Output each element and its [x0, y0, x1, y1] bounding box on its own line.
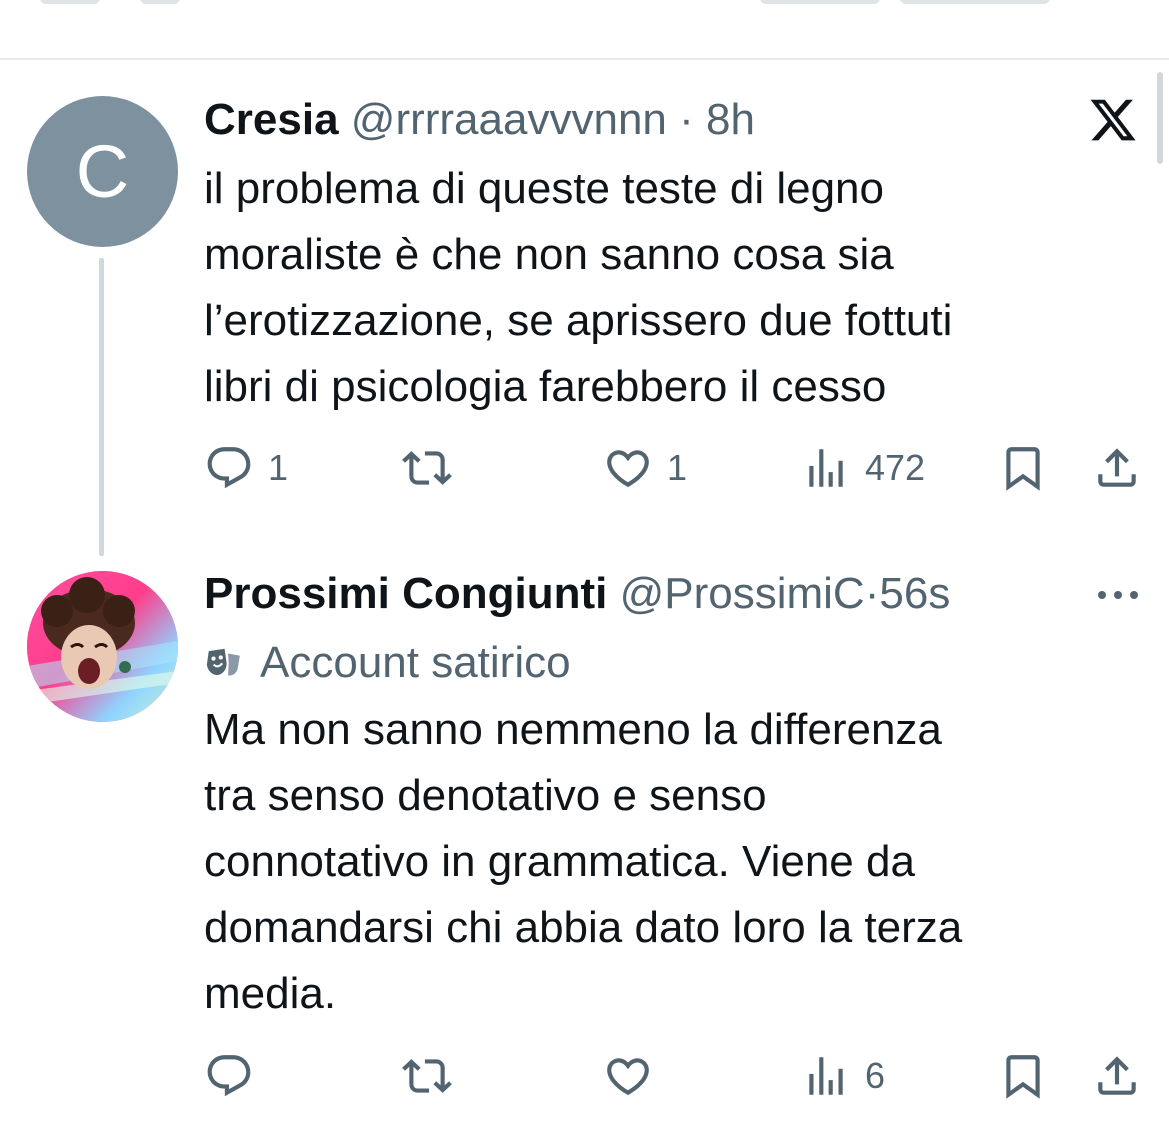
reply-button[interactable] [204, 1046, 254, 1106]
views-button[interactable]: 6 [801, 1046, 885, 1106]
retweet-button[interactable] [402, 1046, 452, 1106]
avatar-image [27, 571, 178, 722]
share-button[interactable] [1092, 1046, 1142, 1106]
avatar-letter: C [75, 130, 130, 213]
separator-dot: · [679, 95, 694, 144]
share-button[interactable] [1092, 438, 1142, 498]
retweet-icon [402, 451, 452, 485]
reply-count: 1 [268, 447, 289, 488]
share-icon [1098, 448, 1136, 487]
separator-dot: · [864, 569, 880, 618]
timestamp[interactable]: 8h [706, 95, 755, 144]
views-count: 6 [865, 1055, 886, 1096]
like-button[interactable]: 1 [603, 438, 687, 498]
share-icon [1098, 1056, 1136, 1095]
cropped-content [40, 0, 100, 4]
theater-masks-icon [206, 648, 240, 676]
tweet-header: Prossimi Congiunti @ProssimiC·56s [204, 568, 950, 620]
display-name[interactable]: Prossimi Congiunti [204, 569, 607, 618]
bookmark-button[interactable] [998, 1046, 1048, 1106]
reply-icon [207, 447, 251, 489]
like-count: 1 [667, 447, 688, 488]
avatar[interactable]: C [27, 96, 178, 247]
cropped-content [140, 0, 180, 4]
action-bar: 6 [0, 1046, 1169, 1106]
automated-account-label: Account satirico [204, 636, 571, 690]
views-button[interactable]: 472 [801, 438, 925, 498]
account-label-text: Account satirico [260, 638, 571, 687]
top-cropped-strip [0, 0, 1169, 60]
reply-button[interactable]: 1 [204, 438, 288, 498]
views-count: 472 [865, 447, 926, 488]
tweet-header: Cresia @rrrraaavvvnnn · 8h [204, 94, 755, 146]
tweet-text: il problema di queste teste di legno mor… [204, 156, 1134, 420]
bookmark-button[interactable] [998, 438, 1048, 498]
views-chart-icon [809, 1057, 843, 1095]
tweet-text-line: Ma non sanno nemmeno la differenza [204, 705, 942, 754]
tweet-text-line: il problema di queste teste di legno [204, 164, 884, 213]
tweet-text: Ma non sanno nemmeno la differenza tra s… [204, 697, 1134, 1027]
reply-icon [207, 1055, 251, 1097]
views-chart-icon [809, 449, 843, 487]
retweet-icon [402, 1059, 452, 1093]
heart-icon [607, 450, 649, 488]
handle[interactable]: @rrrraaavvvnnn [351, 95, 667, 144]
thread-connector-line [99, 258, 104, 556]
avatar[interactable] [27, 571, 178, 722]
tweet-text-line: media. [204, 969, 337, 1018]
x-logo-icon [1090, 99, 1136, 141]
like-button[interactable] [603, 1046, 653, 1106]
tweet-text-line: domandarsi chi abbia dato loro la terza [204, 903, 963, 952]
tweet-text-line: moraliste è che non sanno cosa sia [204, 230, 894, 279]
more-options-icon[interactable] [1097, 590, 1139, 600]
tweet-text-line: libri di psicologia farebbero il cesso [204, 362, 887, 411]
tweet-text-line: l’erotizzazione, se aprissero due fottut… [204, 296, 953, 345]
handle[interactable]: @ProssimiC [620, 569, 865, 618]
scrollbar[interactable] [1157, 72, 1163, 164]
divider [0, 58, 1169, 60]
tweet-text-line: tra senso denotativo e senso [204, 771, 767, 820]
cropped-content [900, 0, 1050, 4]
tweet-text-line: connotativo in grammatica. Viene da [204, 837, 915, 886]
timestamp[interactable]: 56s [879, 569, 950, 618]
cropped-content [760, 0, 880, 4]
heart-icon [607, 1058, 649, 1096]
action-bar: 1 1 472 [0, 438, 1169, 498]
bookmark-icon [1006, 1055, 1040, 1099]
bookmark-icon [1006, 447, 1040, 491]
retweet-button[interactable] [402, 438, 452, 498]
display-name[interactable]: Cresia [204, 95, 339, 144]
